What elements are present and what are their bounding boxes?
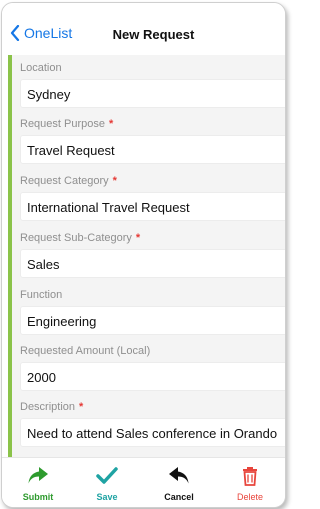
share-arrow-icon bbox=[28, 467, 48, 484]
description-label: Description * bbox=[20, 401, 83, 413]
save-label: Save bbox=[96, 492, 118, 502]
required-marker: * bbox=[79, 401, 84, 413]
request-sub-category-label-text: Request Sub-Category bbox=[20, 232, 132, 244]
cancel-label: Cancel bbox=[164, 492, 194, 502]
request-sub-category-field[interactable]: Sales bbox=[20, 249, 285, 278]
request-category-label: Request Category * bbox=[20, 175, 117, 187]
required-marker: * bbox=[109, 118, 114, 130]
required-marker: * bbox=[135, 232, 141, 244]
save-button[interactable]: Save bbox=[79, 466, 135, 502]
function-label-text: Function bbox=[20, 289, 63, 301]
required-marker: * bbox=[112, 175, 117, 187]
checkmark-icon bbox=[96, 467, 118, 484]
request-form: Location Sydney Request Purpose * Travel … bbox=[12, 55, 285, 457]
action-toolbar: Submit Save Cancel Delete bbox=[2, 457, 285, 507]
submit-label: Submit bbox=[22, 492, 54, 502]
location-field[interactable]: Sydney bbox=[20, 79, 285, 108]
cancel-button[interactable]: Cancel bbox=[151, 466, 207, 502]
requested-amount-field[interactable]: 2000 bbox=[20, 362, 285, 391]
submit-button[interactable]: Submit bbox=[10, 466, 66, 502]
phone-frame: OneList New Request Location Sydney Requ… bbox=[1, 2, 286, 508]
navigation-bar: OneList New Request bbox=[2, 3, 285, 55]
location-label-text: Location bbox=[20, 62, 62, 74]
request-purpose-label-text: Request Purpose bbox=[20, 118, 105, 130]
requested-amount-label: Requested Amount (Local) bbox=[20, 345, 150, 357]
function-label: Function bbox=[20, 289, 62, 301]
request-category-label-text: Request Category bbox=[20, 175, 109, 187]
delete-label: Delete bbox=[236, 492, 263, 502]
request-category-field[interactable]: International Travel Request bbox=[20, 192, 285, 221]
function-field[interactable]: Engineering bbox=[20, 306, 285, 335]
request-sub-category-label: Request Sub-Category * bbox=[20, 232, 140, 244]
request-purpose-field[interactable]: Travel Request bbox=[20, 135, 285, 164]
request-purpose-label: Request Purpose * bbox=[20, 118, 113, 130]
description-label-text: Description bbox=[20, 401, 76, 413]
trash-icon bbox=[243, 467, 257, 486]
location-label: Location bbox=[20, 62, 62, 74]
delete-button[interactable]: Delete bbox=[222, 466, 278, 502]
page-title: New Request bbox=[112, 27, 195, 42]
description-field[interactable]: Need to attend Sales conference in Orand… bbox=[20, 418, 285, 447]
requested-amount-label-text: Requested Amount (Local) bbox=[20, 345, 151, 357]
reply-arrow-icon bbox=[169, 467, 189, 484]
